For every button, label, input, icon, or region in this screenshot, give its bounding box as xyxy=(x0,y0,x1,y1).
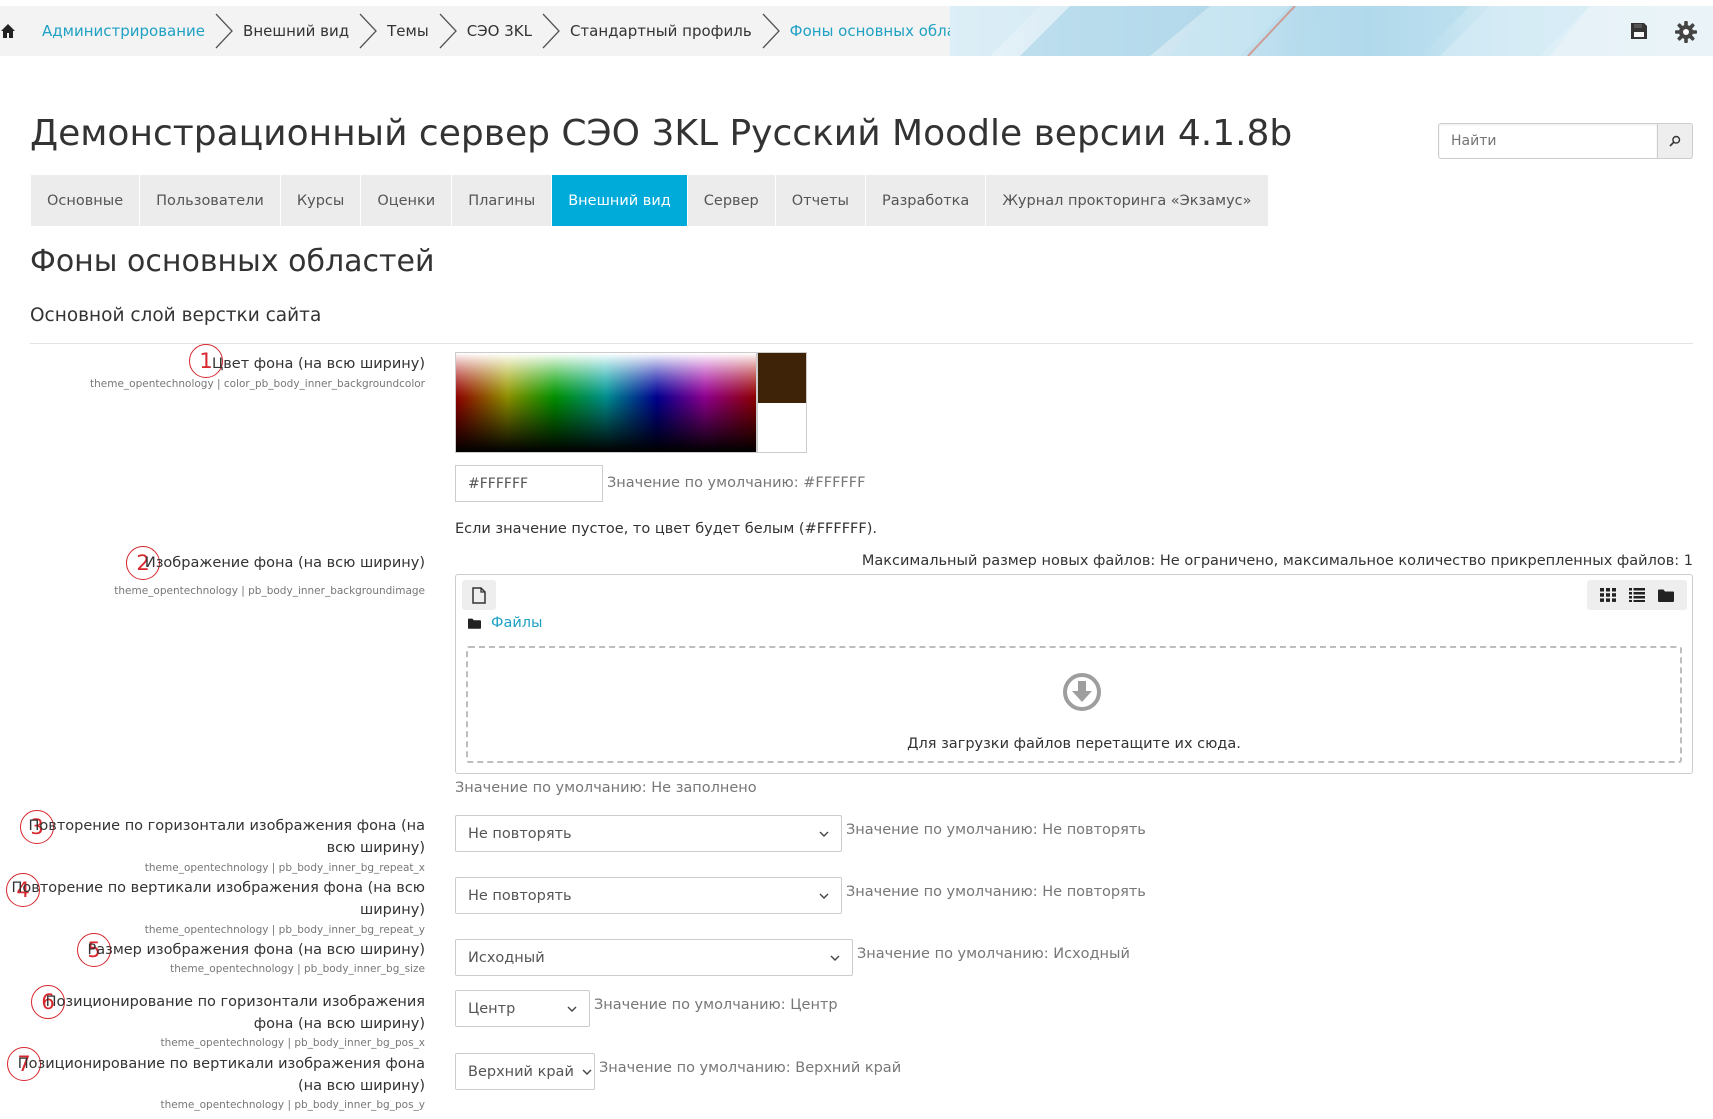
select-value: Не повторять xyxy=(468,887,572,904)
tab-server[interactable]: Сервер xyxy=(687,175,776,226)
pos-y-default: Значение по умолчанию: Верхний край xyxy=(599,1060,902,1076)
color-spectrum-picker[interactable] xyxy=(455,352,757,453)
search-button[interactable] xyxy=(1657,123,1693,159)
file-path: Файлы xyxy=(468,615,543,631)
breadcrumb-item-profile[interactable]: Стандартный профиль xyxy=(570,6,790,56)
repeat-y-default: Значение по умолчанию: Не повторять xyxy=(846,884,1146,900)
size-select[interactable]: Исходный xyxy=(455,939,853,976)
setting-label-bg-image: Изображение фона (на всю ширину) xyxy=(144,555,425,571)
color-preview-swatch xyxy=(757,352,807,453)
setting-key-bg-color: theme_opentechnology | color_pb_body_inn… xyxy=(89,378,425,390)
tab-grades[interactable]: Оценки xyxy=(361,175,453,226)
setting-key-repeat-y: theme_opentechnology | pb_body_inner_bg_… xyxy=(144,924,425,936)
view-switcher xyxy=(1587,580,1687,610)
label-line: Позиционирование по горизонтали изображе… xyxy=(45,994,425,1010)
tab-development[interactable]: Разработка xyxy=(865,175,987,226)
setting-label-pos-x: Позиционирование по горизонтали изображе… xyxy=(46,991,425,1035)
label-line: Повторение по вертикали изображения фона… xyxy=(11,880,426,896)
breadcrumb-item-themes[interactable]: Темы xyxy=(387,6,467,56)
chevron-down-icon xyxy=(819,831,829,837)
download-arrow-icon xyxy=(1063,673,1101,711)
pos-x-select[interactable]: Центр xyxy=(455,990,590,1027)
search-box xyxy=(1438,123,1693,159)
search-input[interactable] xyxy=(1438,123,1657,159)
label-line: ширину) xyxy=(359,902,425,918)
chevron-down-icon xyxy=(582,1069,592,1075)
bg-color-note: Если значение пустое, то цвет будет белы… xyxy=(455,521,878,537)
tab-appearance[interactable]: Внешний вид xyxy=(552,175,688,226)
page-title: Фоны основных областей xyxy=(30,244,435,279)
tab-general[interactable]: Основные xyxy=(31,175,141,226)
bg-image-default: Значение по умолчанию: Не заполнено xyxy=(455,780,757,796)
bg-color-default: Значение по умолчанию: #FFFFFF xyxy=(607,475,866,491)
file-size-limit: Максимальный размер новых файлов: Не огр… xyxy=(861,553,1693,569)
select-value: Исходный xyxy=(468,949,545,966)
tab-users[interactable]: Пользователи xyxy=(140,175,281,226)
setting-key-size: theme_opentechnology | pb_body_inner_bg_… xyxy=(170,963,425,975)
color-preview-current xyxy=(758,353,806,403)
select-value: Верхний край xyxy=(468,1063,574,1080)
breadcrumb-label[interactable]: СЭО 3KL xyxy=(467,22,532,40)
breadcrumb-item-3kl[interactable]: СЭО 3KL xyxy=(467,6,570,56)
label-line: Позиционирование по вертикали изображени… xyxy=(17,1056,425,1072)
tab-reports[interactable]: Отчеты xyxy=(775,175,866,226)
tab-proctoring-log[interactable]: Журнал прокторинга «Экзамус» xyxy=(986,175,1269,226)
chevron-down-icon xyxy=(567,1006,577,1012)
pos-x-default: Значение по умолчанию: Центр xyxy=(594,997,838,1013)
setting-key-pos-x: theme_opentechnology | pb_body_inner_bg_… xyxy=(160,1037,425,1049)
label-line: всю ширину) xyxy=(326,840,425,856)
select-value: Центр xyxy=(468,1000,516,1017)
setting-label-pos-y: Позиционирование по вертикали изображени… xyxy=(18,1053,425,1097)
chevron-down-icon xyxy=(830,955,840,961)
tab-courses[interactable]: Курсы xyxy=(280,175,362,226)
gear-icon[interactable] xyxy=(1674,20,1698,44)
bg-color-input[interactable]: #FFFFFF xyxy=(455,465,603,502)
search-icon xyxy=(1669,135,1681,147)
breadcrumb-label[interactable]: Внешний вид xyxy=(243,22,349,40)
setting-label-bg-color: Цвет фона (на всю ширину) xyxy=(211,356,425,372)
label-line: (на всю ширину) xyxy=(297,1078,425,1094)
drop-zone-text: Для загрузки файлов перетащите их сюда. xyxy=(907,736,1241,752)
setting-label-size: Размер изображения фона (на всю ширину) xyxy=(87,942,425,958)
setting-key-bg-image: theme_opentechnology | pb_body_inner_bac… xyxy=(114,585,425,597)
select-value: Не повторять xyxy=(468,825,572,842)
add-file-button[interactable] xyxy=(462,580,496,610)
file-drop-zone[interactable]: Для загрузки файлов перетащите их сюда. xyxy=(466,646,1682,763)
folder-icon xyxy=(468,618,481,629)
breadcrumb-item-appearance[interactable]: Внешний вид xyxy=(243,6,387,56)
label-line: Повторение по горизонтали изображения фо… xyxy=(28,818,426,834)
home-icon[interactable] xyxy=(0,6,16,56)
breadcrumb-label[interactable]: Администрирование xyxy=(42,22,205,40)
setting-label-repeat-x: Повторение по горизонтали изображения фо… xyxy=(29,815,426,859)
list-view-icon[interactable] xyxy=(1628,588,1645,602)
repeat-x-select[interactable]: Не повторять xyxy=(455,815,842,852)
files-root-link[interactable]: Файлы xyxy=(491,615,543,631)
setting-key-repeat-x: theme_opentechnology | pb_body_inner_bg_… xyxy=(144,862,425,874)
file-icon xyxy=(472,586,486,604)
breadcrumb-label[interactable]: Стандартный профиль xyxy=(570,22,752,40)
save-icon[interactable] xyxy=(1628,20,1652,44)
repeat-x-default: Значение по умолчанию: Не повторять xyxy=(846,822,1146,838)
size-default: Значение по умолчанию: Исходный xyxy=(857,946,1130,962)
chevron-down-icon xyxy=(819,893,829,899)
breadcrumb-item-admin[interactable]: Администрирование xyxy=(42,6,243,56)
admin-nav-tabs: Основные Пользователи Курсы Оценки Плаги… xyxy=(31,175,1269,226)
section-divider xyxy=(30,343,1693,344)
file-manager: Файлы Для загрузки файлов перетащите их … xyxy=(455,574,1693,774)
tree-view-icon[interactable] xyxy=(1658,589,1675,602)
breadcrumb: Администрирование Внешний вид Темы СЭО 3… xyxy=(0,6,992,56)
tab-plugins[interactable]: Плагины xyxy=(452,175,553,226)
setting-label-repeat-y: Повторение по вертикали изображения фона… xyxy=(12,877,426,921)
header-banner xyxy=(950,6,1713,56)
pos-y-select[interactable]: Верхний край xyxy=(455,1053,595,1090)
label-line: фона (на всю ширину) xyxy=(253,1016,425,1032)
site-title: Демонстрационный сервер СЭО 3KL Русский … xyxy=(30,113,1293,154)
grid-view-icon[interactable] xyxy=(1599,588,1616,602)
breadcrumb-label[interactable]: Темы xyxy=(387,22,429,40)
setting-key-pos-y: theme_opentechnology | pb_body_inner_bg_… xyxy=(160,1099,425,1111)
repeat-y-select[interactable]: Не повторять xyxy=(455,877,842,914)
section-title: Основной слой верстки сайта xyxy=(30,305,322,326)
top-bar: Администрирование Внешний вид Темы СЭО 3… xyxy=(0,6,1713,56)
